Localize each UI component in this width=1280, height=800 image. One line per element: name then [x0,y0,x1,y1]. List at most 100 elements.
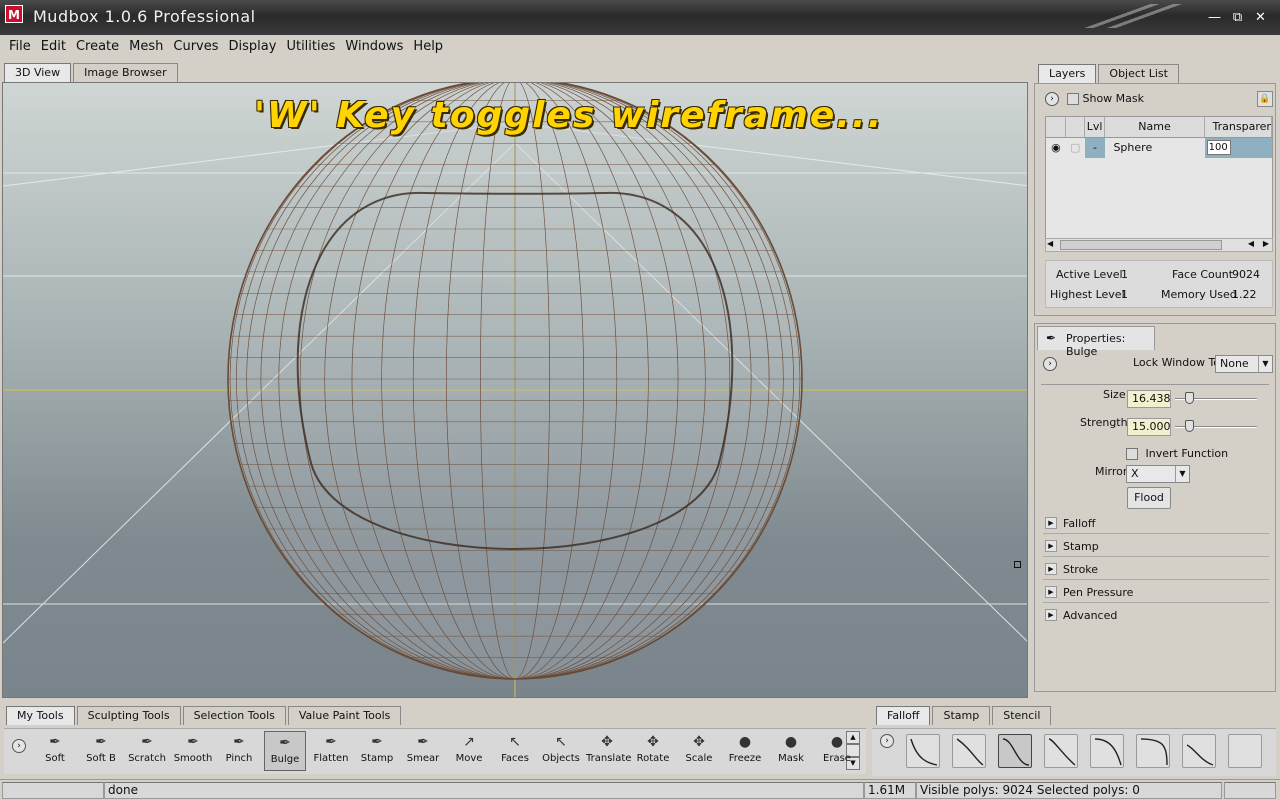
section-label: Falloff [1063,517,1096,530]
lock-icon[interactable]: 🔒 [1257,91,1273,107]
size-slider-knob[interactable] [1185,392,1194,404]
layer-table: Lvl Name Transparency ◉ ▢ - Sphere 100 [1045,116,1273,244]
close-icon[interactable]: ✕ [1249,8,1272,28]
falloff-curve-preset[interactable] [906,734,940,768]
scroll-right-icon[interactable]: ▶ [1263,239,1269,248]
viewport-handle[interactable] [1014,561,1021,568]
falloff-curve-preset[interactable] [998,734,1032,768]
properties-expand-icon[interactable]: › [1043,357,1057,371]
tool-scale[interactable]: ✥ Scale [678,731,720,771]
falloff-curve-preset[interactable] [1228,734,1262,768]
falloff-curve-preset[interactable] [1182,734,1216,768]
restore-icon[interactable]: ⧉ [1226,8,1249,28]
menu-help[interactable]: Help [408,39,448,54]
falloff-curve-preset[interactable] [952,734,986,768]
mirror-select[interactable]: X ▼ [1126,465,1190,483]
tab-object-list[interactable]: Object List [1098,64,1179,83]
scroll-left-icon-2[interactable]: ◀ [1248,239,1254,248]
section-advanced[interactable]: ▶ Advanced [1043,606,1269,626]
scroll-left-icon[interactable]: ◀ [1047,239,1053,248]
tool-flatten[interactable]: ✒ Flatten [310,731,352,771]
tool-label: Move [455,753,483,764]
3d-viewport[interactable]: 'W' Key toggles wireframe... [2,82,1028,698]
transparency-field[interactable]: 100 [1206,140,1231,155]
invert-function-checkbox[interactable] [1126,448,1138,460]
falloff-curve-preset[interactable] [1090,734,1124,768]
scroll-thumb[interactable] [1060,240,1222,250]
tool-rotate[interactable]: ✥ Rotate [632,731,674,771]
falloff-expand-icon[interactable]: › [880,734,894,748]
menu-utilities[interactable]: Utilities [281,39,340,54]
col-name[interactable]: Name [1105,117,1205,137]
menu-create[interactable]: Create [71,39,124,54]
eye-icon[interactable]: ◉ [1046,138,1066,158]
expand-arrow-icon: ▶ [1045,563,1057,575]
tool-move[interactable]: ↗ Move [448,731,490,771]
flood-button[interactable]: Flood [1127,487,1171,509]
show-mask-checkbox[interactable] [1067,93,1079,105]
tool-soft-b[interactable]: ✒ Soft B [80,731,122,771]
layers-expand-icon[interactable]: › [1045,92,1059,106]
tool-pinch[interactable]: ✒ Pinch [218,731,260,771]
chevron-down-icon: ▼ [1175,466,1189,482]
section-falloff[interactable]: ▶ Falloff [1043,514,1269,534]
lock-window-label: Lock Window To: [1133,356,1224,369]
tool-label: Erase [823,753,851,764]
mesh-stats: Active Level 1 Face Count 9024 Highest L… [1045,260,1273,308]
section-stroke[interactable]: ▶ Stroke [1043,560,1269,580]
show-mask-toggle[interactable]: Show Mask [1067,92,1144,105]
menu-windows[interactable]: Windows [340,39,408,54]
tool-objects[interactable]: ↖ Objects [540,731,582,771]
col-lvl[interactable]: Lvl [1085,117,1106,137]
size-field[interactable]: 16.438 [1127,390,1171,408]
layer-transparency[interactable]: 100 [1204,138,1272,158]
brush-icon: ✒ [1046,331,1057,345]
menu-mesh[interactable]: Mesh [124,39,168,54]
col-visibility [1046,117,1066,137]
minimize-icon[interactable]: — [1203,8,1226,28]
lock-window-select[interactable]: None ▼ [1215,355,1273,373]
menu-file[interactable]: File [4,39,36,54]
layer-lock-icon[interactable]: ▢ [1066,138,1085,158]
falloff-curve-icon [1140,738,1168,766]
highest-level-label: Highest Level [1050,288,1125,301]
menu-display[interactable]: Display [224,39,282,54]
menu-curves[interactable]: Curves [168,39,223,54]
tab-3d-view[interactable]: 3D View [4,63,72,82]
tool-stamp[interactable]: ✒ Stamp [356,731,398,771]
memory-used-label: Memory Used [1161,288,1237,301]
section-label: Pen Pressure [1063,586,1134,599]
tool-soft[interactable]: ✒ Soft [34,731,76,771]
section-stamp[interactable]: ▶ Stamp [1043,537,1269,557]
falloff-curve-preset[interactable] [1136,734,1170,768]
section-pen-pressure[interactable]: ▶ Pen Pressure [1043,583,1269,603]
tool-smear[interactable]: ✒ Smear [402,731,444,771]
tools-expand-icon[interactable]: › [12,739,26,753]
layers-scrollbar[interactable]: ◀ ◀ ▶ [1045,238,1273,252]
falloff-curve-icon [1094,738,1122,766]
tab-layers[interactable]: Layers [1038,64,1097,83]
tool-mask[interactable]: ● Mask [770,731,812,771]
tool-label: Faces [501,753,529,764]
status-message: done [104,782,864,799]
status-bar: done 1.61M Visible polys: 9024 Selected … [0,779,1280,800]
falloff-curve-preset[interactable] [1044,734,1078,768]
tool-erase[interactable]: ● Erase [816,731,858,771]
strength-slider-knob[interactable] [1185,420,1194,432]
layer-name[interactable]: Sphere [1105,138,1204,158]
falloff-curve-icon [910,738,938,766]
strength-field[interactable]: 15.000 [1127,418,1171,436]
tool-bulge[interactable]: ✒ Bulge [264,731,306,771]
tool-faces[interactable]: ↖ Faces [494,731,536,771]
tool-scratch[interactable]: ✒ Scratch [126,731,168,771]
tool-smooth[interactable]: ✒ Smooth [172,731,214,771]
tool-translate[interactable]: ✥ Translate [586,731,631,771]
layer-row[interactable]: ◉ ▢ - Sphere 100 [1046,138,1272,158]
menu-edit[interactable]: Edit [36,39,71,54]
col-transparency[interactable]: Transparency [1205,117,1272,137]
tool-freeze[interactable]: ● Freeze [724,731,766,771]
tab-image-browser[interactable]: Image Browser [73,63,178,82]
falloff-curve-icon [1048,738,1076,766]
invert-function-toggle[interactable]: Invert Function [1126,447,1228,460]
soft-icon: ✒ [49,734,61,750]
